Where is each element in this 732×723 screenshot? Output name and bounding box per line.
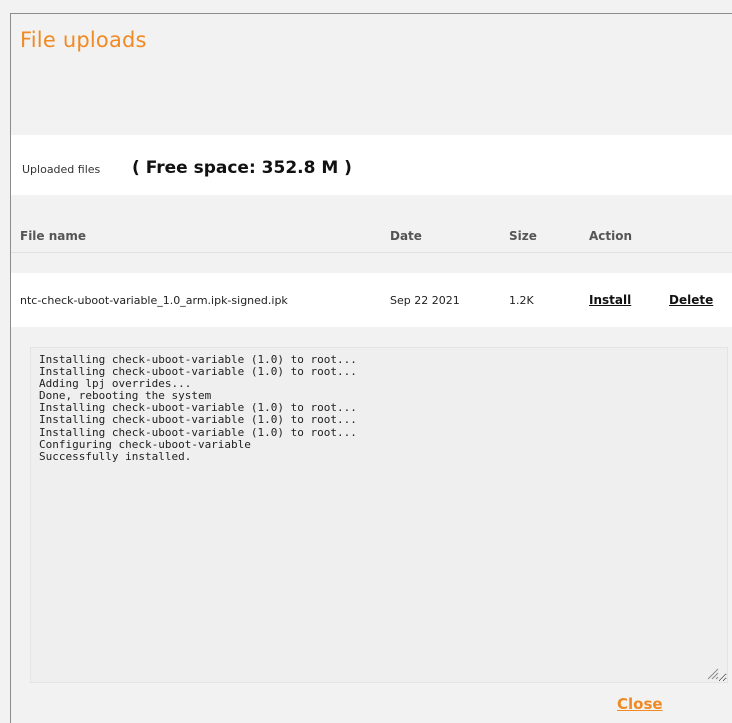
dialog-title: File uploads <box>20 28 147 52</box>
free-space-indicator: ( Free space: 352.8 M ) <box>132 158 352 178</box>
column-header-date: Date <box>390 229 422 243</box>
column-header-action: Action <box>589 229 633 243</box>
file-uploads-dialog: File uploads Uploaded files ( Free space… <box>10 13 732 723</box>
install-log-textarea[interactable]: Installing check-uboot-variable (1.0) to… <box>30 347 728 683</box>
column-header-size: Size <box>509 229 537 243</box>
close-link[interactable]: Close <box>617 695 663 713</box>
delete-link[interactable]: Delete <box>669 293 713 307</box>
resize-grip-icon[interactable] <box>707 668 719 680</box>
table-header-row <box>11 195 732 253</box>
uploaded-files-band <box>11 135 732 195</box>
column-header-file-name: File name <box>20 229 87 243</box>
size-cell: 1.2K <box>509 294 534 307</box>
install-link[interactable]: Install <box>589 293 631 307</box>
uploaded-files-label: Uploaded files <box>22 163 101 176</box>
date-cell: Sep 22 2021 <box>390 294 460 307</box>
file-name-cell: ntc-check-uboot-variable_1.0_arm.ipk-sig… <box>20 294 288 307</box>
